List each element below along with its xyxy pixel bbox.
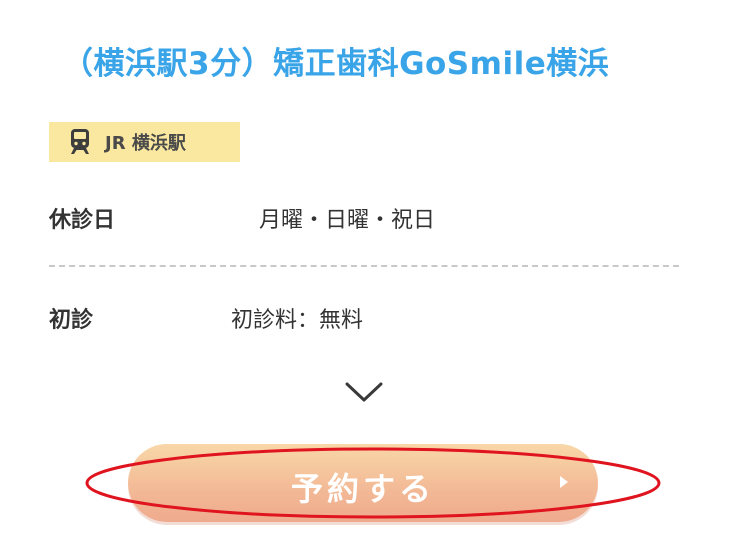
holiday-value: 月曜・日曜・祝日 <box>259 208 436 233</box>
chevron-down-icon <box>344 380 384 404</box>
holiday-label: 休診日 <box>49 208 116 233</box>
station-label: JR 横浜駅 <box>105 133 186 154</box>
caret-right-icon <box>558 474 570 490</box>
dashed-divider <box>49 265 679 267</box>
station-badge: JR 横浜駅 <box>49 122 240 162</box>
reserve-button[interactable]: 予約する <box>128 444 598 522</box>
train-icon <box>69 129 91 155</box>
clinic-title[interactable]: （横浜駅3分）矯正歯科GoSmile横浜 <box>62 38 609 83</box>
first-visit-value: 初診料：無料 <box>231 308 364 333</box>
expand-toggle[interactable] <box>340 372 388 412</box>
reserve-label: 予約する <box>290 470 435 508</box>
first-visit-label: 初診 <box>49 308 94 333</box>
